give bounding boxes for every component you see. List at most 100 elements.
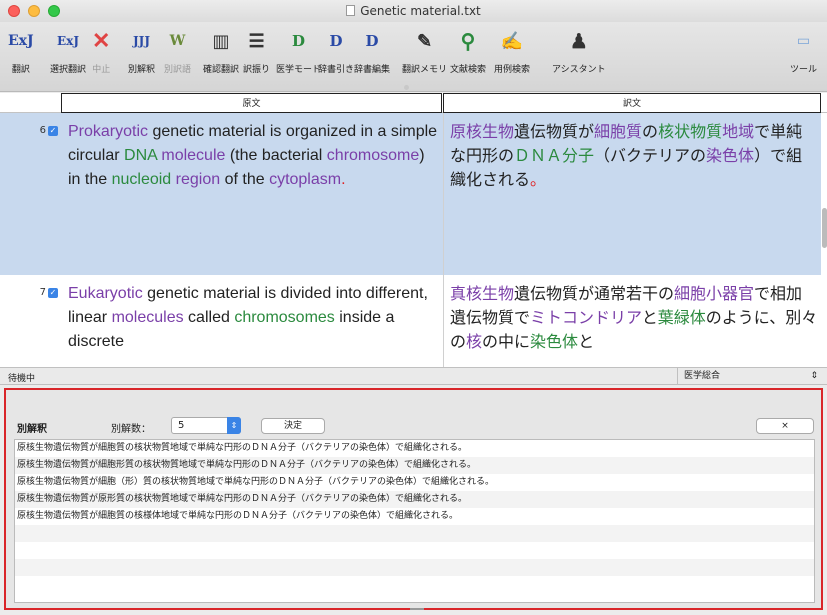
toolbar-label: 文献検索 (450, 65, 487, 75)
interlinear-icon: ☰ (248, 30, 265, 52)
alternate-translation-item[interactable]: 原核生物遺伝物質が細胞（形）質の核状物質地域で単純な円形のＤＮＡ分子（バクテリア… (15, 474, 814, 491)
toolbar-selection-translate-button[interactable]: ExJ 選択翻訳 (50, 28, 86, 75)
toolbar-literature-search-button[interactable]: ⚲ 文献検索 (450, 28, 486, 75)
target-text[interactable]: 真核生物遺伝物質が通常若干の細胞小器官で相加遺伝物質でミトコンドリアと葉緑体のよ… (450, 282, 818, 354)
status-text: 待機中 (8, 374, 36, 384)
dictionary-edit-icon: D (365, 32, 379, 50)
text-span: 遺伝物質が通常若干の (514, 284, 675, 303)
toolbar-label: 用例検索 (494, 65, 531, 75)
title-bar: Genetic material.txt (0, 0, 827, 22)
text-span: の (642, 122, 659, 141)
medical-mode-icon: D (292, 32, 306, 50)
term-span: ミトコンドリア (530, 308, 642, 327)
toolbar-label: 選択翻訳 (50, 65, 87, 75)
toolbar-example-search-button[interactable]: ✍ 用例検索 (494, 28, 531, 76)
example-search-icon: ✍ (500, 30, 524, 52)
alternate-translation-item[interactable]: 原核生物遺伝物質が細胞質の核状物質地域で単純な円形のＤＮＡ分子（バクテリアの染色… (15, 440, 814, 457)
literature-search-icon: ⚲ (460, 29, 476, 53)
segment-row[interactable]: 7 ✓ Eukaryotic genetic material is divide… (0, 275, 821, 367)
term-span: 。 (530, 170, 547, 189)
text-span: の中に (482, 332, 531, 351)
alternate-translation-item[interactable]: 原核生物遺伝物質が細胞形質の核状物質地域で単純な円形のＤＮＡ分子（バクテリアの染… (15, 457, 814, 474)
count-select[interactable]: 5 ⇕ (171, 417, 241, 434)
toolbar-dictionary-edit-button[interactable]: D 辞書編集 (354, 28, 390, 75)
term-span: 細胞小器官 (674, 284, 755, 303)
toolbar-alternate-interpretation-button[interactable]: JJJ 別解釈 (128, 28, 155, 75)
toolbar-stop-button[interactable]: ✕ 中止 (92, 28, 110, 75)
target-text[interactable]: 原核生物遺伝物質が細胞質の核状物質地域で単純な円形のＤＮＡ分子（バクテリアの染色… (450, 120, 818, 192)
term-span: chromosome (326, 147, 420, 164)
target-column-header[interactable]: 訳文 (443, 93, 821, 113)
toolbar-dictionary-lookup-button[interactable]: D 辞書引き (318, 28, 354, 75)
panel-title: 別解釈 (17, 424, 47, 435)
toolbar-translate-button[interactable]: ExJ 翻訳 (8, 28, 34, 75)
toolbar-medical-mode-button[interactable]: D 医学モード (276, 28, 321, 75)
updown-arrow-icon: ⇕ (810, 371, 818, 381)
term-span: ＤＮＡ分子 (514, 146, 595, 165)
segment-checkbox[interactable]: ✓ (48, 126, 58, 136)
stop-icon: ✕ (92, 28, 111, 54)
term-span: nucleoid (111, 171, 172, 188)
toolbar-confirm-translate-button[interactable]: ▥ 確認翻訳 (203, 28, 240, 76)
alternate-interpretation-icon: JJJ (132, 34, 151, 48)
term-span: 核状物質 (658, 122, 723, 141)
term-span: . (341, 171, 346, 188)
empty-list-row (15, 559, 814, 576)
toolbar-assistant-button[interactable]: ♟ アシスタント (552, 28, 606, 75)
toolbar-label: 別訳語 (164, 65, 192, 75)
term-span: molecules (111, 309, 184, 326)
toolbar-label: 辞書引き (318, 65, 355, 75)
column-headers: 原文 訳文 (0, 93, 827, 113)
toolbar-label: 中止 (92, 65, 111, 75)
term-span: cytoplasm (269, 171, 342, 188)
toolbar-label: 訳振り (243, 65, 271, 75)
text-span: と (641, 308, 658, 327)
column-divider[interactable] (443, 113, 444, 367)
toolbar-resize-dot (404, 85, 409, 90)
translation-memory-icon: ✎ (416, 30, 433, 52)
source-column-header[interactable]: 原文 (61, 93, 442, 113)
source-text[interactable]: Prokaryotic genetic material is organize… (68, 120, 440, 192)
empty-list-row (15, 525, 814, 542)
decide-button[interactable]: 決定 (261, 418, 325, 434)
term-span: chromosomes (234, 309, 335, 326)
term-span: DNA (124, 147, 157, 164)
term-span: 原核生物 (450, 122, 515, 141)
term-span: Prokaryotic (68, 123, 149, 140)
stepper-icon[interactable]: ⇕ (227, 417, 241, 434)
source-text[interactable]: Eukaryotic genetic material is divided i… (68, 282, 440, 354)
segment-number: 6 ✓ (39, 125, 58, 136)
alternate-translation-item[interactable]: 原核生物遺伝物質が細胞質の核様体地域で単純な円形のＤＮＡ分子（バクテリアの染色体… (15, 508, 814, 525)
document-icon (346, 5, 356, 16)
translate-icon: ExJ (8, 33, 34, 49)
dictionary-select[interactable]: 医学総合 ⇕ (677, 368, 822, 385)
toolbar-label: 確認翻訳 (203, 65, 240, 75)
toolbar-alternate-term-button[interactable]: W 別訳語 (164, 28, 191, 75)
toolbar-label: 医学モード (276, 65, 322, 75)
text-span: of the (220, 171, 270, 188)
toolbar-tools-button[interactable]: ▭ ツール (790, 28, 817, 75)
selection-translate-icon: ExJ (57, 34, 79, 48)
scrollbar-thumb[interactable] (822, 208, 827, 248)
term-span: Eukaryotic (68, 285, 143, 302)
text-span: (the bacterial (225, 147, 327, 164)
status-bar: 待機中 医学総合 ⇕ (0, 367, 827, 385)
text-span: 遺伝物質が (514, 122, 595, 141)
toolbar-label: アシスタント (552, 65, 606, 75)
empty-list-row (15, 576, 814, 593)
term-span: 真核生物 (450, 284, 515, 303)
toolbar-translation-memory-button[interactable]: ✎ 翻訳メモリ (402, 28, 447, 76)
alternate-translation-item[interactable]: 原核生物遺伝物質が原形質の核状物質地域で単純な円形のＤＮＡ分子（バクテリアの染色… (15, 491, 814, 508)
segment-row[interactable]: 6 ✓ Prokaryotic genetic material is organ… (0, 113, 821, 275)
window-title: Genetic material.txt (0, 4, 827, 18)
text-span: と (578, 332, 595, 351)
term-span: 葉緑体 (657, 308, 706, 327)
text-span: （バクテリアの (594, 146, 707, 165)
segment-checkbox[interactable]: ✓ (48, 288, 58, 298)
close-panel-button[interactable]: × (756, 418, 814, 434)
term-span: 細胞質 (594, 122, 643, 141)
resize-handle[interactable] (410, 608, 424, 610)
toolbar-interlinear-button[interactable]: ☰ 訳振り (243, 28, 271, 76)
confirm-translate-icon: ▥ (212, 30, 230, 52)
assistant-icon: ♟ (569, 29, 588, 53)
